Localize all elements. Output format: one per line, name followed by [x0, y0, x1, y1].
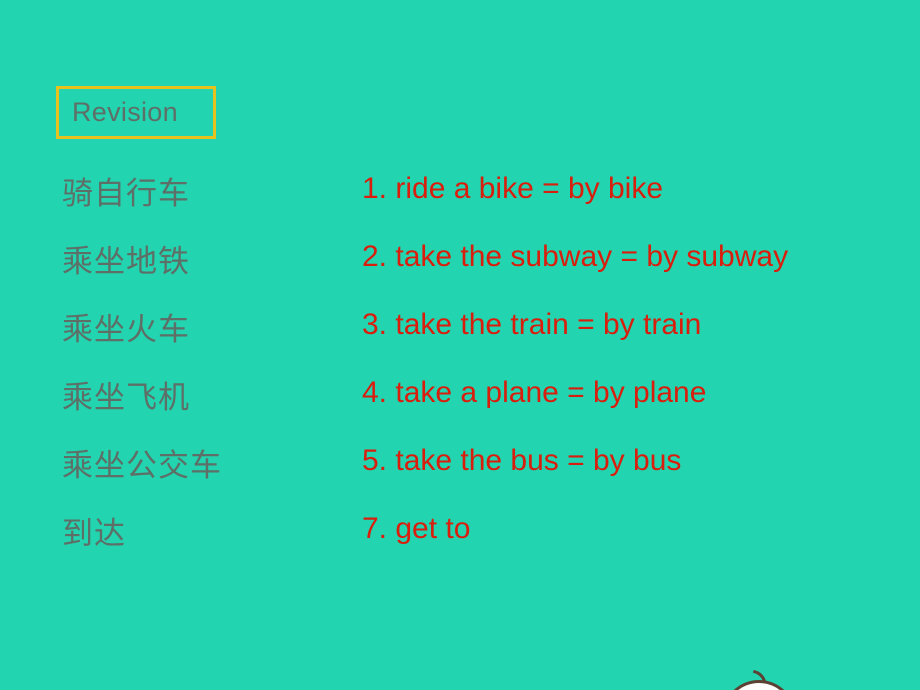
english-term: 7. get to	[362, 512, 471, 545]
list-item: 骑自行车 1. ride a bike = by bike	[0, 168, 920, 236]
english-term: 1. ride a bike = by bike	[362, 172, 664, 205]
chinese-term: 乘坐飞机	[62, 380, 190, 415]
chinese-term: 乘坐地铁	[62, 244, 190, 279]
english-term: 3. take the train = by train	[362, 308, 702, 341]
english-term: 5. take the bus = by bus	[362, 444, 682, 477]
cartoon-head-dome	[723, 680, 795, 690]
presentation-slide: Revision 骑自行车 1. ride a bike = by bike 乘…	[0, 0, 920, 690]
list-item: 乘坐飞机 4. take a plane = by plane	[0, 372, 920, 440]
english-term: 4. take a plane = by plane	[362, 376, 707, 409]
english-term: 2. take the subway = by subway	[362, 240, 789, 273]
vocabulary-list: 骑自行车 1. ride a bike = by bike 乘坐地铁 2. ta…	[0, 168, 920, 576]
chinese-term: 骑自行车	[62, 176, 190, 211]
chinese-term: 到达	[62, 516, 126, 551]
page-title: Revision	[72, 97, 178, 127]
list-item: 乘坐地铁 2. take the subway = by subway	[0, 236, 920, 304]
revision-title-box: Revision	[56, 86, 216, 139]
cartoon-head-peeking-icon	[723, 669, 795, 690]
list-item: 乘坐公交车 5. take the bus = by bus	[0, 440, 920, 508]
chinese-term: 乘坐火车	[62, 312, 190, 347]
chinese-term: 乘坐公交车	[62, 448, 222, 483]
list-item: 乘坐火车 3. take the train = by train	[0, 304, 920, 372]
list-item: 到达 7. get to	[0, 508, 920, 576]
